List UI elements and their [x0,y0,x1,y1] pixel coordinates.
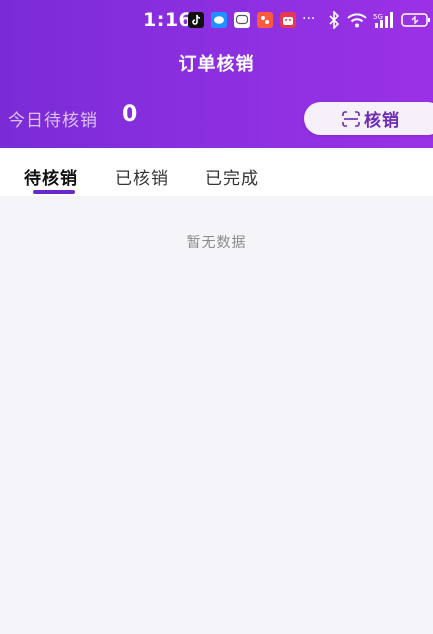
app-icon [257,12,273,28]
tab-pending[interactable]: 待核销 [24,164,78,189]
shop-icon [280,12,296,28]
today-pending-count: 0 [122,102,138,127]
scan-icon [342,111,360,132]
status-overflow: ··· [302,11,316,27]
svg-text:5G: 5G [373,13,383,21]
battery-icon [401,11,431,33]
tab-verified[interactable]: 已核销 [115,164,169,189]
verify-button[interactable]: 核销 [304,102,433,135]
wifi-icon [346,11,368,33]
tiktok-icon [188,12,204,28]
today-pending-label: 今日待核销 [8,111,98,131]
chat-icon [234,12,250,28]
verify-button-label: 核销 [364,111,400,131]
tab-active-indicator [33,190,75,194]
page-title: 订单核销 [178,54,255,75]
bluetooth-icon [328,10,340,33]
tab-completed[interactable]: 已完成 [205,164,259,189]
signal-icon: 5G [373,11,397,33]
header-banner: 1:16 ··· 5G 订单核销 今日待核销 0 核销 [0,0,433,148]
order-list: 暂无数据 [0,196,433,634]
empty-state-text: 暂无数据 [186,235,247,251]
status-bar: 1:16 ··· 5G [0,8,433,32]
tab-bar: 待核销 已核销 已完成 [0,148,433,196]
status-time: 1:16 [143,9,193,31]
message-icon [211,12,227,28]
